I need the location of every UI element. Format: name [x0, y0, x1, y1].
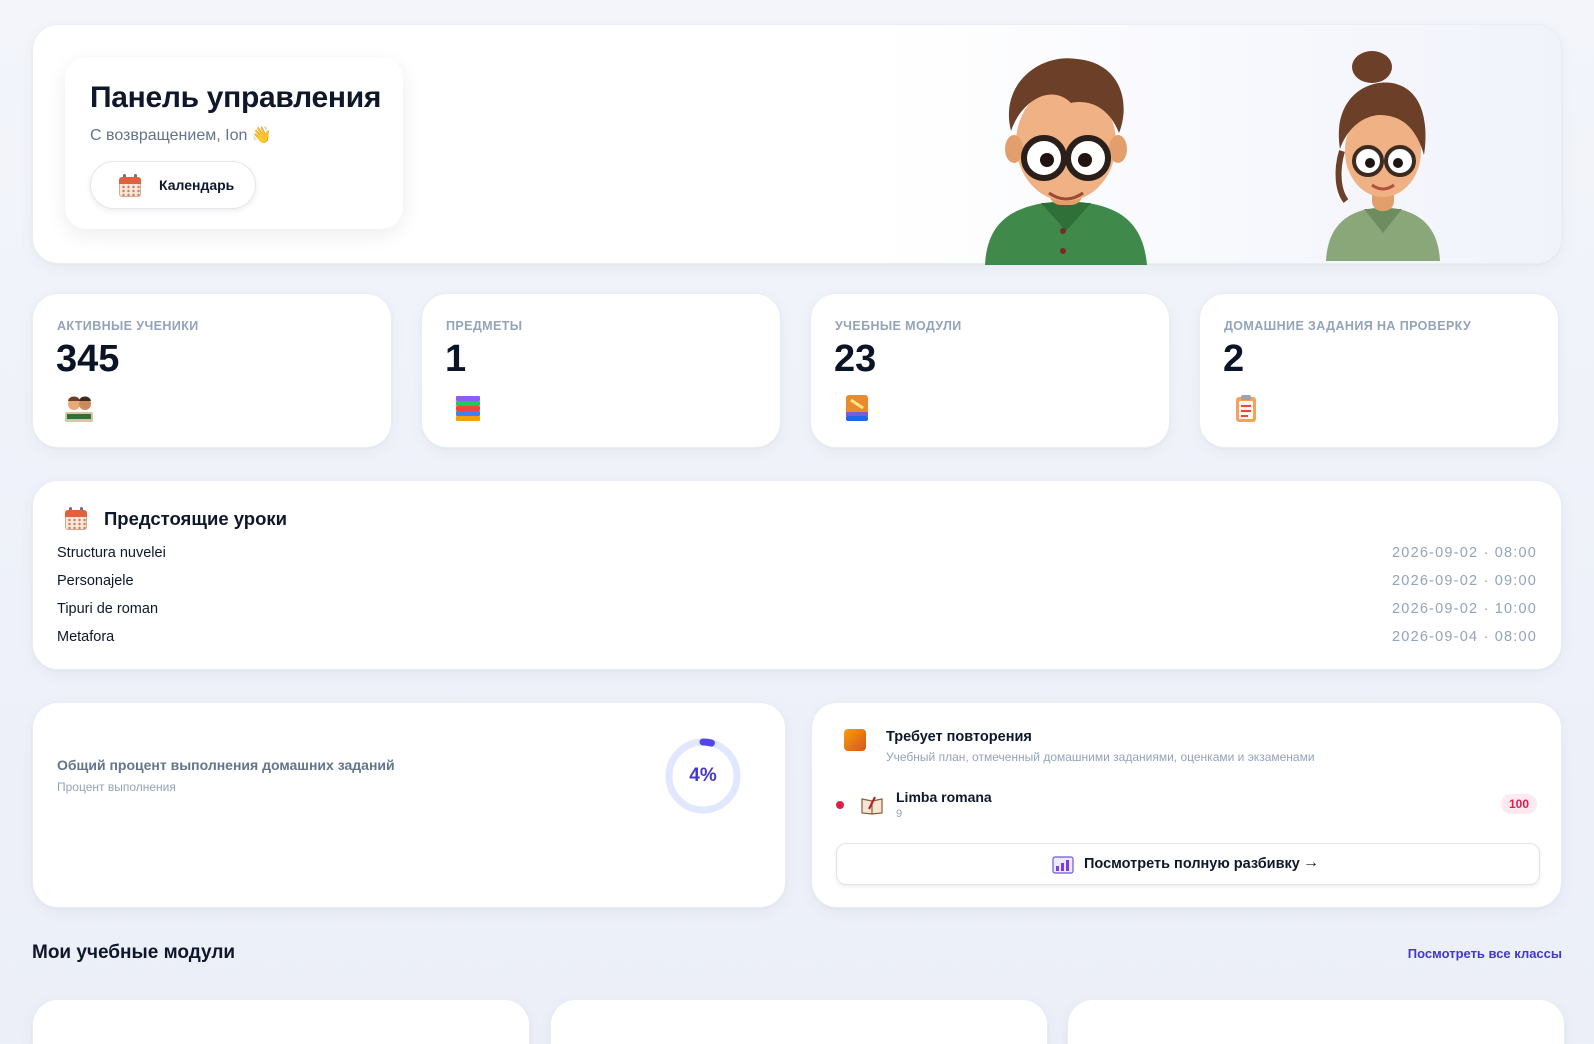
review-score-badge: 100	[1500, 794, 1537, 814]
stat-card-homework-review: ДОМАШНИЕ ЗАДАНИЯ НА ПРОВЕРКУ 2	[1199, 293, 1559, 448]
upcoming-lessons-title: Предстоящие уроки	[104, 508, 288, 529]
calendar-icon	[119, 174, 141, 198]
module-book-icon	[846, 395, 868, 421]
teacher-female-avatar	[1326, 51, 1440, 261]
lesson-time: 2026-09-02 · 09:00	[1392, 573, 1537, 589]
stat-label: АКТИВНЫЕ УЧЕНИКИ	[57, 319, 199, 333]
stat-label: ДОМАШНИЕ ЗАДАНИЯ НА ПРОВЕРКУ	[1224, 319, 1472, 333]
calendar-button[interactable]: Календарь	[90, 161, 256, 209]
stat-value: 2	[1223, 338, 1245, 380]
stat-card-subjects: ПРЕДМЕТЫ 1	[421, 293, 781, 448]
stat-label: УЧЕБНЫЕ МОДУЛИ	[835, 319, 962, 333]
arrow-right-icon: →	[1303, 854, 1319, 871]
view-breakdown-label: Посмотреть полную разбивку	[1084, 856, 1300, 872]
needs-review-title: Требует повторения	[886, 729, 1032, 745]
stat-value: 1	[445, 338, 467, 380]
homework-completion-subtitle: Процент выполнения	[57, 780, 176, 794]
completion-ring: 4%	[663, 736, 743, 816]
calendar-button-label: Календарь	[159, 177, 235, 193]
lesson-time: 2026-09-04 · 08:00	[1392, 629, 1537, 645]
module-card[interactable]	[32, 999, 530, 1044]
view-breakdown-button[interactable]: Посмотреть полную разбивку →	[836, 843, 1540, 885]
review-item-name[interactable]: Limba romana	[896, 789, 992, 805]
welcome-subtitle: С возвращением, Ion 👋	[90, 127, 272, 144]
needs-review-card: Требует повторения Учебный план, отмечен…	[811, 702, 1562, 908]
open-book-icon	[861, 796, 883, 815]
upcoming-lessons-card: Предстоящие уроки Structura nuvelei 2026…	[32, 480, 1562, 670]
lesson-name[interactable]: Personajele	[57, 573, 134, 589]
stat-label: ПРЕДМЕТЫ	[446, 319, 523, 333]
stat-card-modules: УЧЕБНЫЕ МОДУЛИ 23	[810, 293, 1170, 448]
my-modules-title: Мои учебные модули	[32, 942, 236, 963]
lesson-name[interactable]: Metafora	[57, 629, 114, 645]
homework-completion-card: Общий процент выполнения домашних задани…	[32, 702, 786, 908]
stat-value: 23	[834, 338, 877, 380]
view-all-classes-link[interactable]: Посмотреть все классы	[1408, 946, 1562, 961]
students-icon	[65, 396, 93, 422]
welcome-panel: Панель управления С возвращением, Ion 👋 …	[65, 57, 403, 229]
breakdown-chart-icon	[1052, 856, 1074, 874]
books-icon	[456, 396, 480, 421]
needs-review-subtitle: Учебный план, отмеченный домашними задан…	[886, 750, 1315, 764]
module-card[interactable]	[550, 999, 1048, 1044]
hero-banner: Панель управления С возвращением, Ion 👋 …	[32, 24, 1562, 265]
review-item-sub: 9	[896, 808, 903, 820]
completion-percent: 4%	[689, 765, 717, 786]
review-icon	[844, 729, 866, 751]
status-dot	[836, 801, 844, 809]
homework-completion-title: Общий процент выполнения домашних задани…	[57, 757, 395, 773]
module-card[interactable]	[1067, 999, 1565, 1044]
lesson-name[interactable]: Structura nuvelei	[57, 545, 166, 561]
lesson-time: 2026-09-02 · 08:00	[1392, 545, 1537, 561]
lesson-name[interactable]: Tipuri de roman	[57, 601, 158, 617]
calendar-icon	[65, 507, 87, 531]
clipboard-icon	[1236, 395, 1256, 422]
lesson-time: 2026-09-02 · 10:00	[1392, 601, 1537, 617]
teacher-male-avatar	[985, 58, 1147, 265]
page-title: Панель управления	[90, 81, 382, 114]
stat-value: 345	[56, 338, 120, 380]
stat-card-students: АКТИВНЫЕ УЧЕНИКИ 345	[32, 293, 392, 448]
